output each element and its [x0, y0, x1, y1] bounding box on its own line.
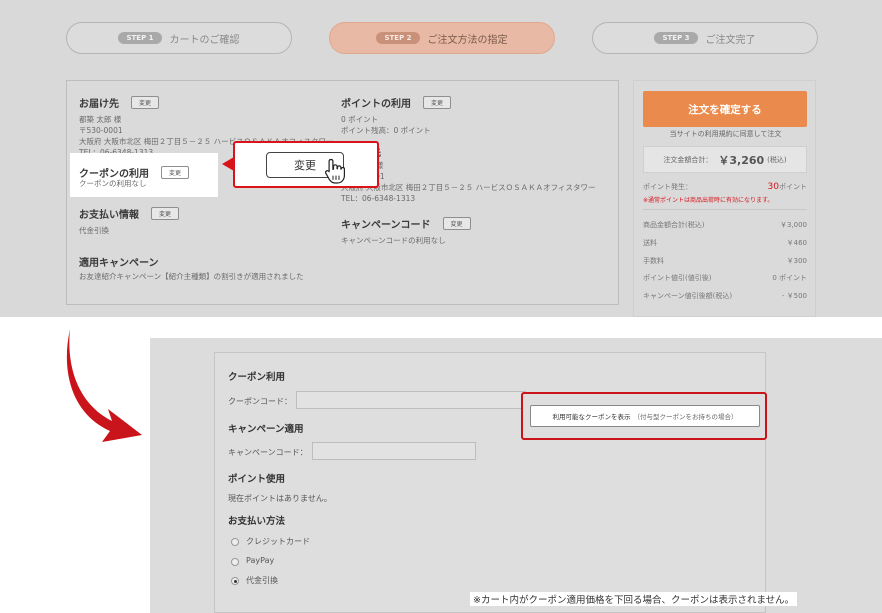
step-badge: STEP 3 — [654, 32, 698, 44]
summary-row: 手数料 ￥300 — [643, 256, 807, 266]
show-coupons-label: 利用可能なクーポンを表示 — [552, 413, 631, 421]
billing-name: 都築 太郎 様 — [341, 161, 384, 170]
campaign-apply-title: キャンペーン適用 — [228, 424, 304, 435]
change-button-callout: 変更 — [233, 141, 379, 188]
payment-option-label: 代金引換 — [246, 576, 278, 585]
summary-row-label: 送料 — [643, 239, 657, 247]
divider — [643, 209, 807, 210]
coupon-code-label: クーポンコード： — [228, 397, 292, 406]
campaign-code-value: キャンペーンコードの利用なし — [341, 236, 446, 245]
points-earned-value: 30 — [767, 182, 779, 192]
coupon-use-title: クーポン利用 — [228, 372, 286, 383]
order-summary-panel: 注文を確定する 当サイトの利用規約に同意して注文 注文金額合計： ￥3,260 … — [633, 80, 816, 317]
total-label: 注文金額合計： — [663, 155, 713, 164]
step-3: STEP 3 ご注文完了 — [592, 22, 818, 54]
step-label: カートのご確認 — [169, 34, 240, 46]
point-use-title: ポイント使用 — [228, 474, 286, 485]
summary-row-value: ￥300 — [786, 257, 807, 265]
summary-row-value: - ￥500 — [781, 292, 807, 300]
billing-section: ご請求先 都築 太郎 様 〒530-0001 大阪府 大阪市北区 梅田２丁目５－… — [341, 144, 596, 204]
order-page-screenshot: STEP 1 カートのご確認 STEP 2 ご注文方法の指定 STEP 3 ご注… — [0, 0, 882, 317]
payment-value: 代金引換 — [79, 226, 109, 235]
points-earned-row: ポイント発生： 30ポイント — [643, 182, 807, 192]
payment-option-label: PayPay — [246, 556, 275, 565]
total-amount: ￥3,260 — [718, 153, 765, 167]
order-form-screenshot: クーポン利用 クーポンコード： 利用可能なクーポンを表示 （付与型クーポンをお持ち… — [150, 338, 882, 613]
summary-row-value: ￥3,000 — [779, 221, 807, 229]
coupon-value: クーポンの利用なし — [79, 179, 147, 188]
points-note: ※通常ポイントは商品出荷時に有効になります。 — [643, 195, 807, 204]
summary-row-value: ￥460 — [786, 239, 807, 247]
billing-zip: 〒530-0001 — [341, 171, 596, 182]
campaign-code-title: キャンペーンコード — [341, 220, 431, 231]
payment-change-button[interactable]: 変更 — [151, 207, 180, 220]
billing-tel: TEL：06-6348-1313 — [341, 194, 416, 203]
campaign-code-section: キャンペーンコード 変更 キャンペーンコードの利用なし — [341, 213, 471, 246]
order-form-box: クーポン利用 クーポンコード： 利用可能なクーポンを表示 （付与型クーポンをお持ち… — [214, 352, 767, 613]
coupon-note: ※カート内がクーポン適用価格を下回る場合、クーポンは表示されません。 — [470, 592, 798, 606]
points-note-text: ※通常ポイントは商品出荷時に有効になります。 — [643, 197, 774, 204]
step-badge: STEP 2 — [376, 32, 420, 44]
billing-title: ご請求先 — [341, 144, 596, 159]
points-section: ポイントの利用 変更 0 ポイント ポイント残高：0 ポイント — [341, 92, 452, 136]
points-balance: ポイント残高：0 ポイント — [341, 126, 431, 135]
step-label: ご注文完了 — [705, 34, 756, 46]
campaign-code-change-button[interactable]: 変更 — [442, 217, 471, 230]
summary-row-label: ポイント値引(値引後) — [643, 274, 712, 282]
summary-row: ポイント値引(値引後) 0 ポイント — [643, 273, 807, 283]
coupon-code-input[interactable] — [296, 391, 526, 409]
coupon-button-highlight: 利用可能なクーポンを表示 （付与型クーポンをお持ちの場合） — [521, 392, 767, 440]
applied-campaign-value: お友達紹介キャンペーン【紹介主種類】の割引きが適用されました — [79, 272, 304, 281]
step-2: STEP 2 ご注文方法の指定 — [329, 22, 555, 54]
payment-radio-paypay[interactable] — [231, 558, 239, 566]
summary-row-label: キャンペーン値引後額(税込) — [643, 292, 733, 300]
terms-agreement-text: 当サイトの利用規約に同意して注文 — [669, 130, 782, 138]
page-root: STEP 1 カートのご確認 STEP 2 ご注文方法の指定 STEP 3 ご注… — [0, 0, 882, 613]
summary-row: キャンペーン値引後額(税込) - ￥500 — [643, 291, 807, 301]
show-coupons-sub: （付与型クーポンをお持ちの場合） — [633, 413, 738, 421]
points-earned-label: ポイント発生： — [643, 183, 692, 191]
billing-address: 大阪府 大阪市北区 梅田２丁目５－２５ ハービスＯＳＡＫＡオフィスタワー — [341, 183, 596, 192]
confirm-order-button[interactable]: 注文を確定する — [643, 91, 807, 127]
point-status-text: 現在ポイントはありません。 — [228, 494, 332, 503]
payment-radio-cod[interactable] — [231, 577, 239, 585]
curved-arrow-icon — [66, 329, 142, 442]
coupon-change-button[interactable]: 変更 — [161, 166, 190, 179]
summary-row-value: 0 ポイント — [772, 274, 807, 282]
points-earned-unit: ポイント — [779, 183, 807, 191]
delivery-title: お届け先 — [79, 99, 119, 110]
delivery-name: 都築 太郎 様 — [79, 115, 122, 124]
payment-section: お支払い情報 変更 代金引換 — [79, 203, 180, 236]
applied-campaign-title: 適用キャンペーン — [79, 258, 159, 269]
delivery-zip: 〒530-0001 — [79, 126, 123, 135]
coupon-section-highlight: クーポンの利用 変更 クーポンの利用なし — [70, 153, 218, 197]
payment-title: お支払い情報 — [79, 210, 139, 221]
points-use: 0 ポイント — [341, 115, 379, 124]
points-change-button[interactable]: 変更 — [423, 96, 452, 109]
summary-row: 送料 ￥460 — [643, 238, 807, 248]
summary-row-label: 手数料 — [643, 257, 664, 265]
show-coupons-button[interactable]: 利用可能なクーポンを表示 （付与型クーポンをお持ちの場合） — [530, 405, 760, 427]
order-total-box: 注文金額合計： ￥3,260 (税込) — [643, 146, 807, 173]
payment-method-title: お支払い方法 — [228, 516, 286, 527]
delivery-change-button[interactable]: 変更 — [131, 96, 160, 109]
payment-radio-credit[interactable] — [231, 538, 239, 546]
summary-row-label: 商品金額合計(税込) — [643, 221, 705, 229]
summary-row: 商品金額合計(税込) ￥3,000 — [643, 220, 807, 230]
campaign-code-label: キャンペーンコード： — [228, 448, 308, 457]
points-title: ポイントの利用 — [341, 99, 411, 110]
step-label: ご注文方法の指定 — [427, 34, 508, 46]
step-1: STEP 1 カートのご確認 — [66, 22, 292, 54]
pointer-hand-icon — [325, 158, 345, 184]
campaign-code-input[interactable] — [312, 442, 476, 460]
payment-option-label: クレジットカード — [246, 537, 310, 546]
total-tax: (税込) — [767, 155, 787, 164]
applied-campaign-section: 適用キャンペーン お友達紹介キャンペーン【紹介主種類】の割引きが適用されました — [79, 254, 304, 282]
step-badge: STEP 1 — [118, 32, 162, 44]
